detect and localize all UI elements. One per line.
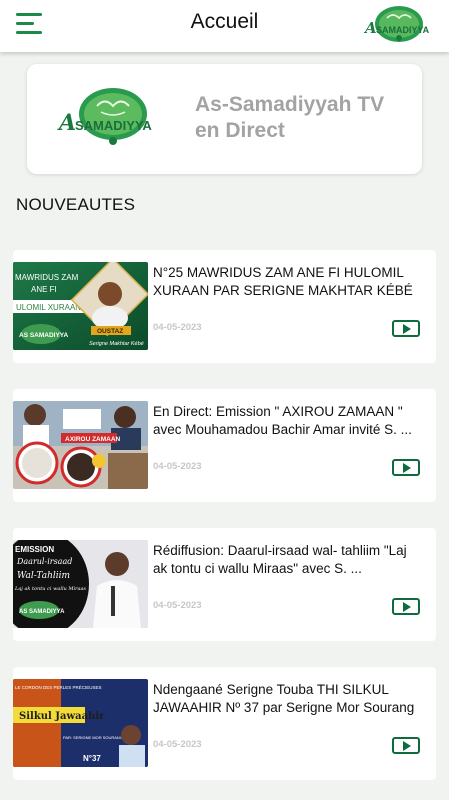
svg-text:SAMADIYYA: SAMADIYYA	[75, 118, 152, 133]
section-heading: NOUVEAUTES	[16, 195, 136, 214]
video-date: 04-05-2023	[153, 461, 202, 472]
video-title: En Direct: Emission " AXIROU ZAMAAN " av…	[153, 404, 412, 437]
play-icon[interactable]	[392, 737, 420, 754]
video-date: 04-05-2023	[153, 600, 202, 611]
play-icon[interactable]	[392, 320, 420, 337]
svg-text:A: A	[363, 19, 377, 37]
svg-text:AS SAMADIYYA: AS SAMADIYYA	[19, 609, 65, 615]
video-card[interactable]: LE CORDON DES PERLES PRÉCIEUSES Silkul J…	[13, 667, 436, 780]
video-title: N°25 MAWRIDUS ZAM ANE FI HULOMIL XURAAN …	[153, 265, 413, 302]
video-date: 04-05-2023	[153, 322, 202, 333]
svg-text:ULOMIL XURAAN: ULOMIL XURAAN	[16, 303, 81, 312]
svg-text:AXIROU ZAMAAN: AXIROU ZAMAAN	[65, 436, 121, 443]
svg-text:AS SAMADIYYA: AS SAMADIYYA	[19, 332, 69, 339]
svg-text:N°37: N°37	[83, 754, 101, 763]
video-card[interactable]: EMISSION Daarul-irsaad Wal-Tahliim Laj a…	[13, 528, 436, 641]
svg-text:PAR: SERIGNE MOR SOURANG: PAR: SERIGNE MOR SOURANG	[63, 735, 123, 740]
top-app-bar: Accueil A SAMADIYYA	[0, 0, 449, 52]
svg-text:ANE FI: ANE FI	[31, 285, 57, 294]
svg-text:Laj ak tontu ci wallu Miraas: Laj ak tontu ci wallu Miraas	[14, 586, 86, 592]
samadiyya-logo: A SAMADIYYA	[57, 86, 165, 148]
svg-text:EMISSION: EMISSION	[15, 545, 54, 554]
video-title: Rédiffusion: Daarul-irsaad wal- tahliim …	[153, 543, 407, 576]
play-icon[interactable]	[392, 459, 420, 476]
svg-text:Wal-Tahliim: Wal-Tahliim	[17, 571, 70, 581]
svg-text:MAWRIDUS ZAM: MAWRIDUS ZAM	[15, 273, 79, 282]
live-tv-title: As-Samadiyyah TV en Direct	[195, 93, 385, 142]
video-thumbnail: LE CORDON DES PERLES PRÉCIEUSES Silkul J…	[13, 679, 148, 767]
video-thumbnail: MAWRIDUS ZAM ANE FI ULOMIL XURAAN OUSTAZ…	[13, 262, 148, 350]
video-title: Ndengaané Serigne Touba THI SILKUL JAWAA…	[153, 682, 415, 715]
video-date: 04-05-2023	[153, 739, 202, 750]
svg-text:A: A	[57, 110, 76, 136]
svg-text:LE CORDON DES PERLES PRÉCIEUSE: LE CORDON DES PERLES PRÉCIEUSES	[15, 684, 102, 690]
video-card[interactable]: AXIROU ZAMAAN En Direct: Emission " AXIR…	[13, 389, 436, 502]
live-tv-card[interactable]: A SAMADIYYA As-Samadiyyah TV en Direct	[27, 64, 422, 174]
svg-text:SAMADIYYA: SAMADIYYA	[376, 25, 430, 35]
video-thumbnail: EMISSION Daarul-irsaad Wal-Tahliim Laj a…	[13, 540, 148, 628]
play-icon[interactable]	[392, 598, 420, 615]
video-thumbnail: AXIROU ZAMAAN	[13, 401, 148, 489]
svg-text:Silkul Jawaahir: Silkul Jawaahir	[19, 711, 105, 722]
svg-text:OUSTAZ: OUSTAZ	[97, 328, 123, 335]
svg-text:Serigne Makhtar Kébé: Serigne Makhtar Kébé	[89, 341, 144, 347]
svg-text:Daarul-irsaad: Daarul-irsaad	[16, 557, 72, 566]
samadiyya-logo: A SAMADIYYA	[361, 4, 437, 44]
video-card[interactable]: MAWRIDUS ZAM ANE FI ULOMIL XURAAN OUSTAZ…	[13, 250, 436, 363]
